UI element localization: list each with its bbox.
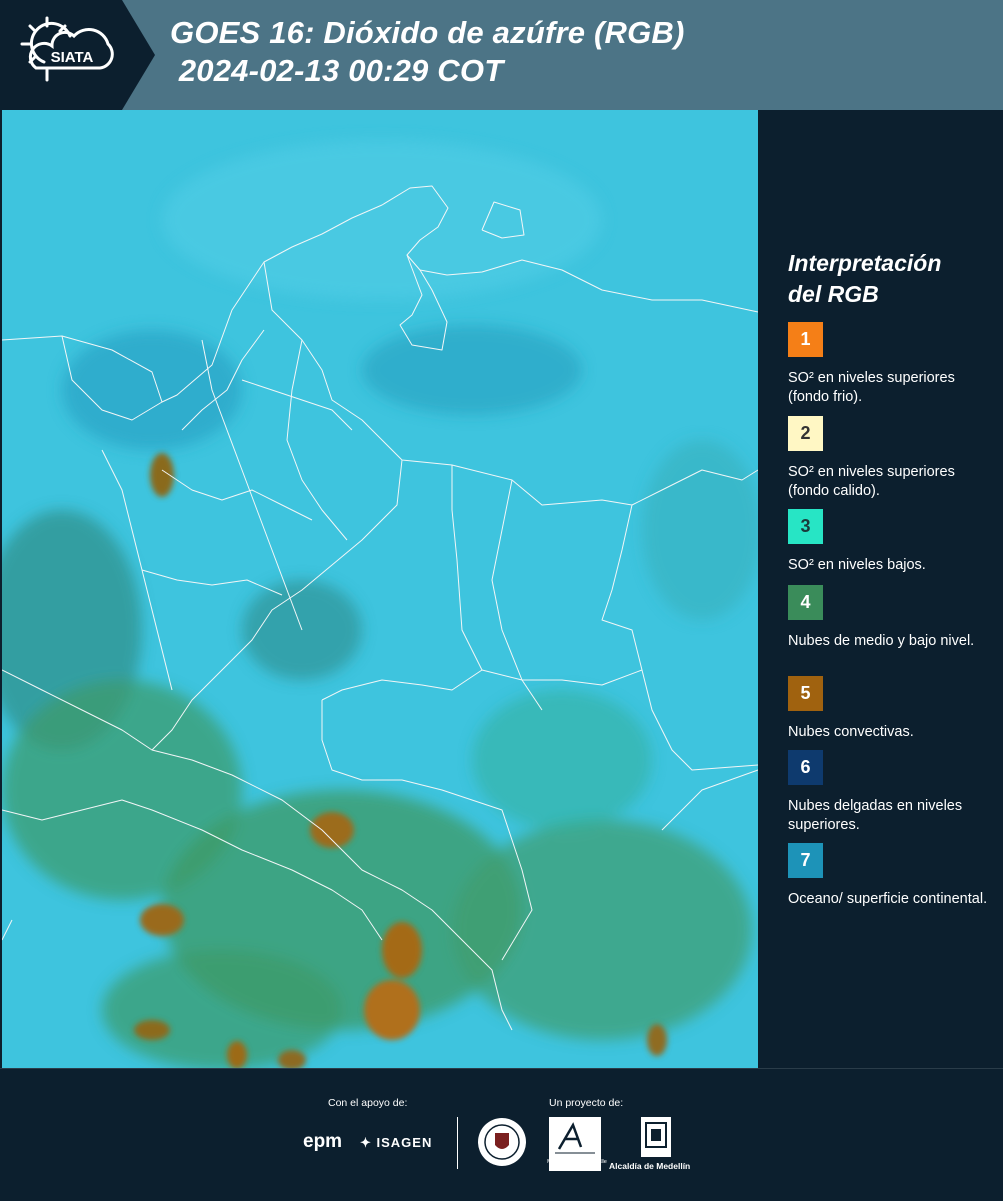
siata-logo: SIATA	[0, 0, 155, 110]
footer: Con el apoyo de: Un proyecto de: epm ✦ I…	[0, 1068, 1003, 1201]
legend-swatch-6: 6	[788, 750, 823, 785]
area-metropolitana-caption: METROPOLITANA Valle de Aburrá	[547, 1159, 607, 1172]
support-label: Con el apoyo de:	[328, 1097, 408, 1109]
legend-label-6: Nubes delgadas en niveles superiores.	[788, 798, 963, 833]
legend-item-7: 7 Oceano/ superficie continental.	[788, 843, 988, 909]
map-canvas	[2, 110, 758, 1068]
legend-panel: Interpretación del RGB 1 SO² en niveles …	[760, 110, 1003, 1068]
footer-divider	[457, 1117, 458, 1169]
legend-swatch-3: 3	[788, 509, 823, 544]
legend-swatch-5: 5	[788, 676, 823, 711]
epm-logo: epm	[303, 1131, 343, 1152]
isagen-logo: ✦ ISAGEN	[360, 1135, 433, 1150]
legend-item-1: 1 SO² en niveles superiores (fondo frio)…	[788, 322, 988, 407]
header-bar: SIATA GOES 16: Dióxido de azúfre (RGB) 2…	[0, 0, 1003, 110]
legend-title-line2: del RGB	[788, 281, 879, 307]
legend-swatch-7: 7	[788, 843, 823, 878]
medellin-seal-icon	[478, 1118, 526, 1166]
title-timestamp: 2024-02-13 00:29 COT	[170, 53, 504, 88]
legend-item-4: 4 Nubes de medio y bajo nivel.	[788, 585, 988, 651]
page-title: GOES 16: Dióxido de azúfre (RGB) 2024-02…	[170, 14, 685, 90]
legend-label-5: Nubes convectivas.	[788, 724, 914, 740]
legend-swatch-2: 2	[788, 416, 823, 451]
legend-label-7: Oceano/ superficie continental.	[788, 891, 988, 907]
legend-label-3: SO² en niveles bajos.	[788, 557, 926, 573]
siata-wordmark: SIATA	[51, 49, 94, 66]
legend-swatch-1: 1	[788, 322, 823, 357]
satellite-map	[2, 110, 758, 1068]
alcaldia-caption: Alcaldía de Medellín	[609, 1161, 691, 1171]
legend-title: Interpretación del RGB	[788, 248, 941, 310]
legend-item-2: 2 SO² en niveles superiores (fondo calid…	[788, 416, 988, 503]
title-product: GOES 16: Dióxido de azúfre (RGB)	[170, 15, 685, 50]
project-label: Un proyecto de:	[549, 1097, 624, 1109]
legend-item-6: 6 Nubes delgadas en niveles superiores.	[788, 750, 988, 835]
legend-label-2: SO² en niveles superiores (fondo calido)…	[788, 464, 955, 499]
isagen-wordmark: ISAGEN	[376, 1135, 433, 1150]
legend-swatch-4: 4	[788, 585, 823, 620]
alcaldia-crest-icon	[641, 1117, 671, 1157]
legend-label-1: SO² en niveles superiores (fondo frio).	[788, 370, 955, 405]
legend-label-4: Nubes de medio y bajo nivel.	[788, 633, 975, 649]
legend-item-3: 3 SO² en niveles bajos.	[788, 509, 988, 575]
legend-title-line1: Interpretación	[788, 250, 942, 276]
legend-item-5: 5 Nubes convectivas.	[788, 676, 988, 742]
